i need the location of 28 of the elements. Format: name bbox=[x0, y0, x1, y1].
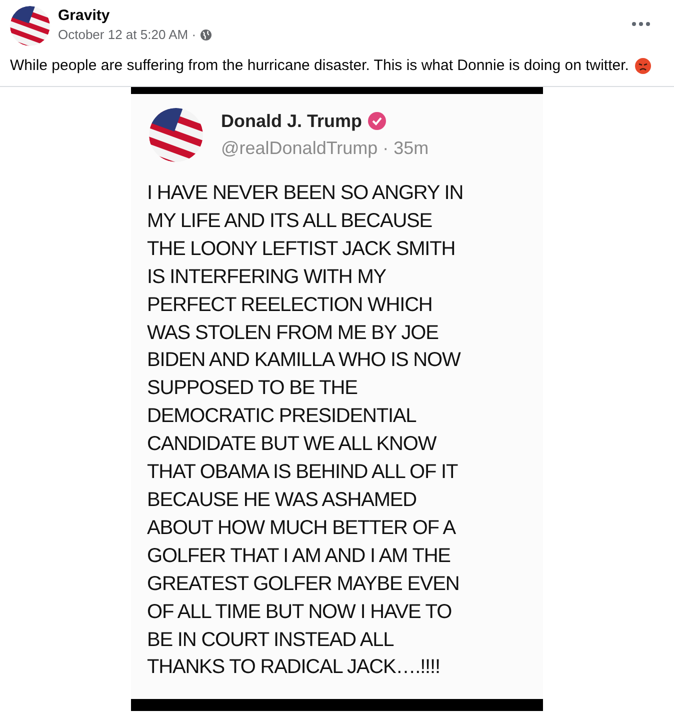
tweet-text-line: BECAUSE HE WAS ASHAMED bbox=[147, 488, 418, 513]
tweet-text-line: CANDIDATE BUT WE ALL KNOW bbox=[147, 432, 438, 458]
tweet-text-line: MY LIFE AND ITS ALL BECAUSE bbox=[147, 208, 434, 234]
tweet-screenshot[interactable] bbox=[131, 87, 543, 711]
tweet-text-line: I HAVE NEVER BEEN SO ANGRY IN bbox=[147, 181, 464, 206]
tweet-handle: @realDonaldTrump · 35m bbox=[221, 137, 429, 160]
tweet-text-line: BE IN COURT INSTEAD ALL bbox=[147, 628, 395, 652]
tweet-text-line: PERFECT REELECTION WHICH bbox=[147, 292, 434, 318]
tweet-text-line: SUPPOSED TO BE THE bbox=[147, 376, 358, 402]
tweet-text-line: DEMOCRATIC PRESIDENTIAL bbox=[147, 404, 418, 430]
tweet-text-line: THE LOONY LEFTIST JACK SMITH bbox=[147, 236, 456, 262]
post-timestamp[interactable]: October 12 at 5:20 AM · bbox=[58, 26, 196, 44]
tweet-text-line: GREATEST GOLFER MAYBE EVEN bbox=[147, 572, 460, 597]
globe-icon bbox=[200, 29, 212, 41]
post-text: While people are suffering from the hurricane disaster. This is what Donnie is doing on twitter. bbox=[10, 56, 629, 76]
tweet-text-line: THAT OBAMA IS BEHIND ALL OF IT bbox=[147, 460, 459, 486]
tweet-text-line: IS INTERFERING WITH MY bbox=[147, 264, 388, 290]
author-name[interactable]: Gravity bbox=[58, 6, 212, 26]
tweet-text-line: GOLFER THAT I AM AND I AM THE bbox=[147, 544, 452, 569]
tweet-text-line: BIDEN AND KAMILLA WHO IS NOW bbox=[147, 348, 462, 374]
tweet-text-line: OF ALL TIME BUT NOW I HAVE TO bbox=[147, 600, 453, 625]
tweet-author-name: Donald J. Trump bbox=[221, 110, 362, 133]
tweet-text-line: ABOUT HOW MUCH BETTER OF A bbox=[147, 516, 457, 541]
tweet-text-line: WAS STOLEN FROM ME BY JOE bbox=[147, 320, 440, 346]
tweet-text-line: THANKS TO RADICAL JACK….!!!! bbox=[147, 655, 441, 680]
angry-face-icon bbox=[634, 58, 651, 74]
avatar-icon bbox=[10, 6, 50, 46]
more-icon bbox=[632, 22, 650, 26]
